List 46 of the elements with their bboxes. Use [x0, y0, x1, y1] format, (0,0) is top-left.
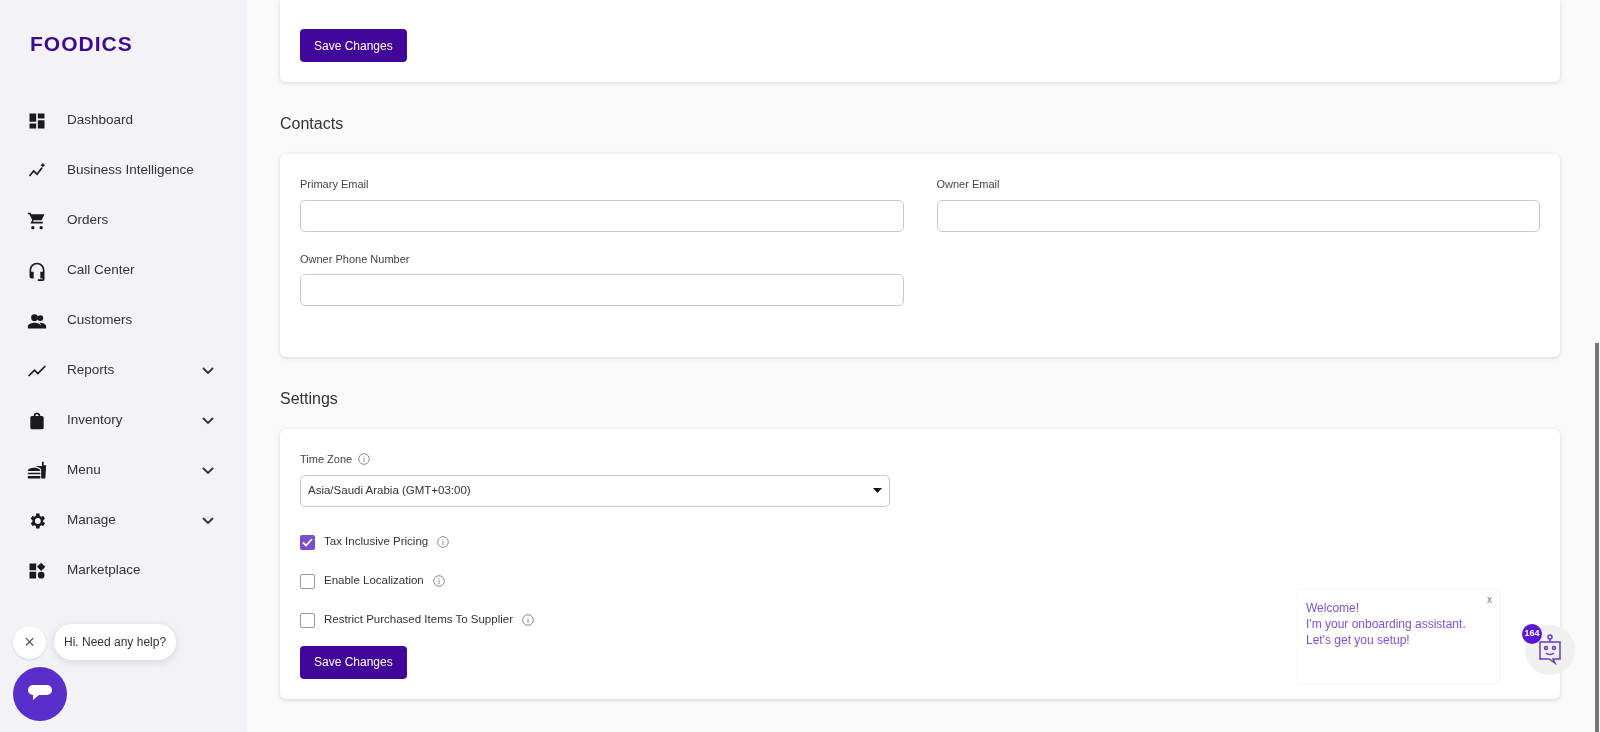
option-label: Restrict Purchased Items To Supplier: [324, 612, 513, 628]
save-changes-button[interactable]: Save Changes: [300, 645, 407, 679]
nav-item[interactable]: Orders: [0, 195, 247, 246]
option-label: Enable Localization: [324, 573, 424, 589]
logo: FOODICS: [30, 31, 133, 57]
robot-icon: [1536, 634, 1564, 666]
nav-item[interactable]: Manage: [0, 495, 247, 546]
checkbox[interactable]: [300, 534, 315, 550]
info-icon: [358, 453, 371, 466]
field-label: Owner Phone Number: [300, 251, 411, 267]
nav-item[interactable]: Marketplace: [0, 545, 247, 596]
checkbox[interactable]: [300, 612, 315, 628]
section-heading: Settings: [280, 389, 338, 409]
assistant-message: I'm your onboarding assistant.: [1306, 616, 1466, 632]
assistant-message: Welcome!: [1306, 600, 1360, 616]
dropdown-caret-icon: [873, 488, 882, 493]
field-label: Time Zone: [300, 452, 353, 467]
field-label: Owner Email: [936, 177, 1001, 192]
nav-item[interactable]: Dashboard: [0, 95, 247, 146]
save-changes-button[interactable]: Save Changes: [300, 29, 407, 62]
section-heading: Contacts: [280, 114, 344, 134]
input-field[interactable]: [300, 199, 904, 232]
input-field[interactable]: [300, 274, 904, 306]
apps-icon: [27, 560, 47, 581]
cart-icon: [27, 210, 47, 231]
input-field[interactable]: [936, 199, 1540, 232]
nav-item[interactable]: Reports: [0, 345, 247, 396]
nav-item[interactable]: Customers: [0, 295, 247, 346]
scrollbar[interactable]: [1595, 343, 1599, 732]
headset-icon: [27, 260, 47, 281]
option-label: Tax Inclusive Pricing: [324, 534, 429, 550]
assistant-message: Let's get you setup!: [1306, 632, 1410, 648]
burger-drink-icon: [27, 460, 47, 481]
time-zone-dropdown[interactable]: Asia/Saudi Arabia (GMT+03:00): [300, 474, 890, 507]
nav-item[interactable]: Call Center: [0, 245, 247, 296]
bag-icon: [27, 410, 47, 431]
nav-item[interactable]: Business Intelligence: [0, 145, 247, 196]
nav-item[interactable]: Inventory: [0, 395, 247, 446]
info-icon: [432, 575, 445, 587]
nav-item[interactable]: Menu: [0, 445, 247, 496]
help-bubble: Hi. Need any help?: [54, 624, 177, 660]
info-icon: [522, 614, 534, 626]
close-button[interactable]: x: [1487, 592, 1492, 607]
field-label: Primary Email: [300, 177, 370, 192]
checkbox[interactable]: [300, 573, 315, 589]
info-icon: [437, 536, 450, 548]
